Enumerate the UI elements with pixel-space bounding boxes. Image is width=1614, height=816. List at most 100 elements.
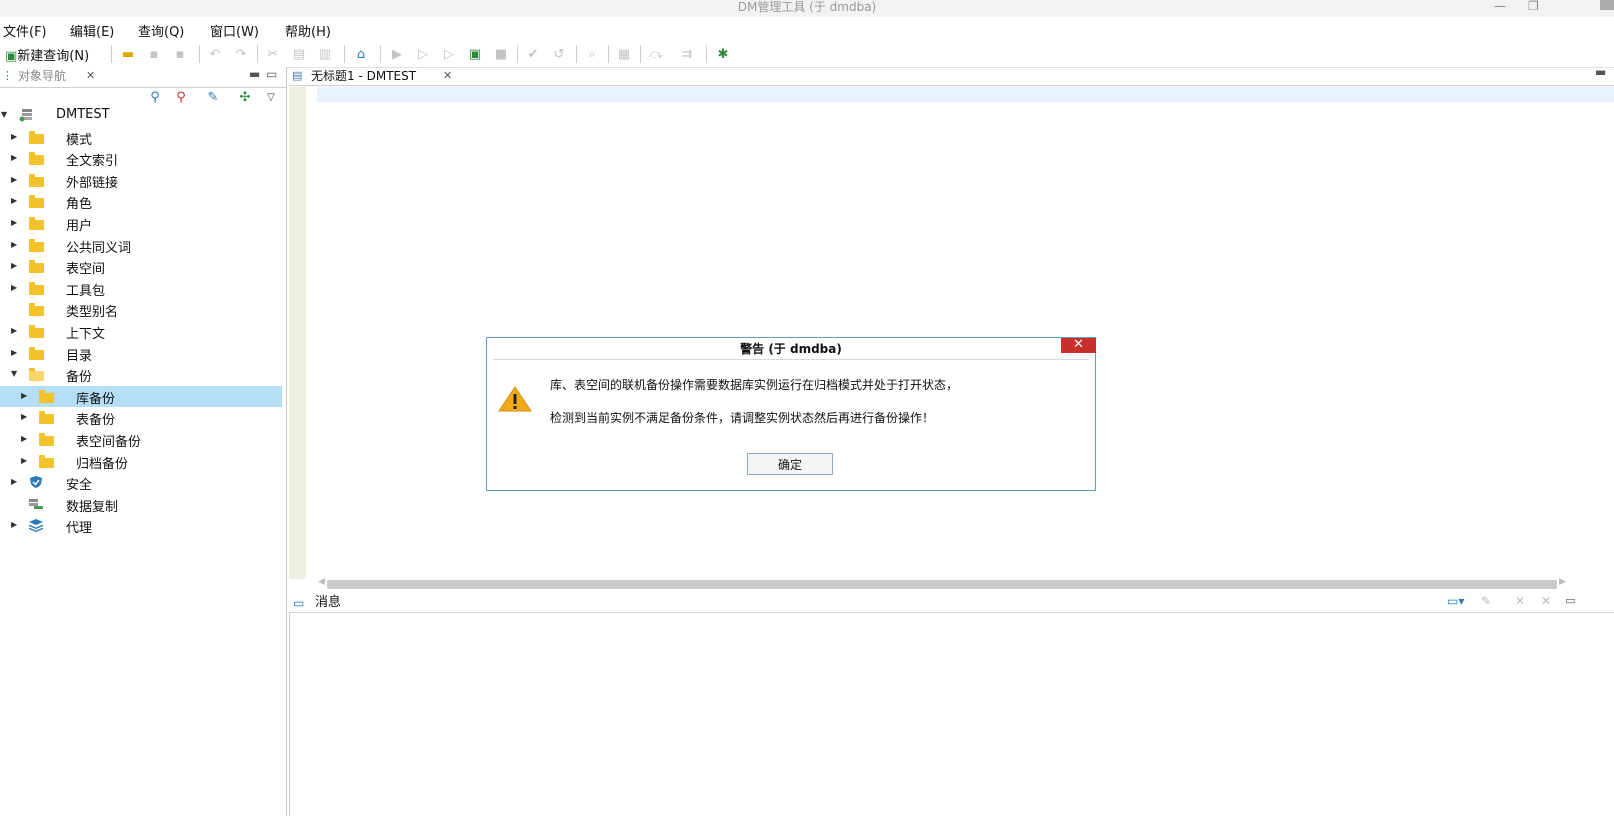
sql-editor-panel: ▤ 无标题1 - DMTEST ✕ ▬ ◀ ▶ <box>289 65 1614 592</box>
merge-icon[interactable]: ⇉ <box>677 44 697 64</box>
toolbar-separator <box>111 45 112 63</box>
clear-icon[interactable]: ✎ <box>1481 594 1491 608</box>
tab-messages[interactable]: ▭ 消息 <box>289 594 371 612</box>
maximize-panel-icon[interactable]: ▭ <box>266 67 277 81</box>
collapsed-arrow-icon[interactable]: ▶ <box>11 153 17 162</box>
tree-item[interactable]: ▶ 角色 <box>0 191 282 212</box>
tree-item[interactable]: ▼ 备份 <box>0 364 282 385</box>
close-window-icon[interactable] <box>1600 0 1614 10</box>
collapsed-arrow-icon[interactable]: ▶ <box>21 412 27 421</box>
collapsed-arrow-icon[interactable]: ▶ <box>21 391 27 400</box>
expanded-arrow-icon[interactable]: ▼ <box>1 110 7 119</box>
toolbar-separator <box>640 45 641 63</box>
connect-icon[interactable]: ⚲ <box>145 87 165 107</box>
save-icon[interactable]: ▪ <box>144 44 164 64</box>
bug-icon[interactable]: ✱ <box>713 44 733 64</box>
database-icon <box>18 107 34 123</box>
explain-icon[interactable]: ▣ <box>465 44 485 64</box>
menu-help[interactable]: 帮助(H) <box>285 21 331 40</box>
tree-item[interactable]: ▶ 外部链接 <box>0 170 282 191</box>
tree-item[interactable]: ▶ 模式 <box>0 127 282 148</box>
tree-item[interactable]: ▶ 目录 <box>0 343 282 364</box>
collapsed-arrow-icon[interactable]: ▶ <box>11 240 17 249</box>
tree-item[interactable]: 数据复制 <box>0 494 282 515</box>
menu-query[interactable]: 查询(Q) <box>138 21 184 40</box>
tree-item[interactable]: ▶ 安全 <box>0 472 282 493</box>
expanded-arrow-icon[interactable]: ▼ <box>11 369 17 378</box>
paste-icon[interactable]: ▥ <box>315 44 335 64</box>
collapsed-arrow-icon[interactable]: ▶ <box>11 520 17 529</box>
scroll-right-icon[interactable]: ▶ <box>1559 577 1566 587</box>
maximize-panel-icon[interactable]: ▭ <box>1565 594 1575 607</box>
scroll-left-icon[interactable]: ◀ <box>318 577 325 587</box>
close-tab-icon[interactable]: ✕ <box>443 67 452 85</box>
editor-text-area[interactable] <box>317 87 1614 102</box>
run-selected-icon[interactable]: ▷ <box>413 44 433 64</box>
menu-file[interactable]: 文件(F) <box>3 21 47 40</box>
minimize-panel-icon[interactable]: ▬ <box>1595 65 1606 79</box>
new-query-button[interactable]: ▣新建查询(N) <box>5 45 89 64</box>
copy-icon[interactable]: ▤ <box>289 44 309 64</box>
tree-item-label: 类型别名 <box>66 305 119 320</box>
tree-item[interactable]: ▶ 归档备份 <box>0 451 282 472</box>
edit-icon[interactable]: ✎ <box>203 87 223 107</box>
collapsed-arrow-icon[interactable]: ▶ <box>11 132 17 141</box>
tree-item[interactable]: ▶ 用户 <box>0 213 282 234</box>
commit-icon[interactable]: ✔ <box>523 44 543 64</box>
menu-edit[interactable]: 编辑(E) <box>70 21 114 40</box>
save-all-icon[interactable]: ▪ <box>170 44 190 64</box>
collapsed-arrow-icon[interactable]: ▶ <box>21 434 27 443</box>
tree-item[interactable]: ▼ DMTEST <box>0 105 282 126</box>
tree-item[interactable]: ▶ 代理 <box>0 515 282 536</box>
find-icon[interactable]: ⌕ <box>582 44 602 64</box>
tree-item[interactable]: ▶ 表备份 <box>0 407 282 428</box>
tab-object-navigator[interactable]: ⋮ 对象导航 ✕ <box>0 67 112 87</box>
cut-icon[interactable]: ✂ <box>263 44 283 64</box>
folder-icon <box>28 172 44 188</box>
home-icon[interactable]: ⌂ <box>351 44 371 64</box>
restore-icon[interactable]: ❐ <box>1528 0 1539 12</box>
run-icon[interactable]: ▶ <box>387 44 407 64</box>
undo-icon[interactable]: ↶ <box>205 44 225 64</box>
expand-all-icon[interactable]: ✣ <box>235 87 255 107</box>
close-tab-icon[interactable]: ✕ <box>86 67 95 85</box>
format-icon[interactable]: ▦ <box>614 44 634 64</box>
collapsed-arrow-icon[interactable]: ▶ <box>11 175 17 184</box>
tree-item[interactable]: ▶ 上下文 <box>0 321 282 342</box>
menu-window[interactable]: 窗口(W) <box>210 21 259 40</box>
debug-step-icon[interactable]: ⤼ <box>646 44 666 64</box>
collapsed-arrow-icon[interactable]: ▶ <box>11 283 17 292</box>
dialog-close-button[interactable]: ✕ <box>1061 338 1096 353</box>
tree-item[interactable]: ▶ 表空间 <box>0 256 282 277</box>
tree-item[interactable]: ▶ 公共同义词 <box>0 235 282 256</box>
tab-untitled-query[interactable]: ▤ 无标题1 - DMTEST ✕ <box>289 67 459 86</box>
collapsed-arrow-icon[interactable]: ▶ <box>11 477 17 486</box>
panel-border <box>289 612 290 816</box>
tree-item[interactable]: ▶ 表空间备份 <box>0 429 282 450</box>
view-menu-icon[interactable]: ▽ <box>261 87 281 107</box>
collapsed-arrow-icon[interactable]: ▶ <box>11 261 17 270</box>
tree-item[interactable]: 类型别名 <box>0 299 282 320</box>
stop-icon[interactable]: ■ <box>491 44 511 64</box>
tree-item[interactable]: ▶ 库备份 <box>0 386 282 407</box>
remove-all-icon[interactable]: ✕ <box>1541 594 1551 608</box>
rollback-icon[interactable]: ↺ <box>549 44 569 64</box>
tree-item[interactable]: ▶ 工具包 <box>0 278 282 299</box>
open-folder-icon[interactable]: ▬ <box>118 44 138 64</box>
tree-item-label: 表空间 <box>66 262 106 277</box>
minimize-panel-icon[interactable]: ▬ <box>249 67 260 81</box>
run-script-icon[interactable]: ▷ <box>439 44 459 64</box>
redo-icon[interactable]: ↷ <box>231 44 251 64</box>
collapsed-arrow-icon[interactable]: ▶ <box>11 218 17 227</box>
collapsed-arrow-icon[interactable]: ▶ <box>11 348 17 357</box>
collapsed-arrow-icon[interactable]: ▶ <box>11 196 17 205</box>
minimize-icon[interactable]: — <box>1494 0 1506 12</box>
collapsed-arrow-icon[interactable]: ▶ <box>11 326 17 335</box>
collapsed-arrow-icon[interactable]: ▶ <box>21 456 27 465</box>
tree-item[interactable]: ▶ 全文索引 <box>0 148 282 169</box>
remove-icon[interactable]: ✕ <box>1515 594 1525 608</box>
message-view-icon[interactable]: ▭▾ <box>1447 594 1464 608</box>
ok-button[interactable]: 确定 <box>747 453 833 475</box>
disconnect-icon[interactable]: ⚲ <box>171 87 191 107</box>
horizontal-scrollbar[interactable] <box>327 580 1557 589</box>
